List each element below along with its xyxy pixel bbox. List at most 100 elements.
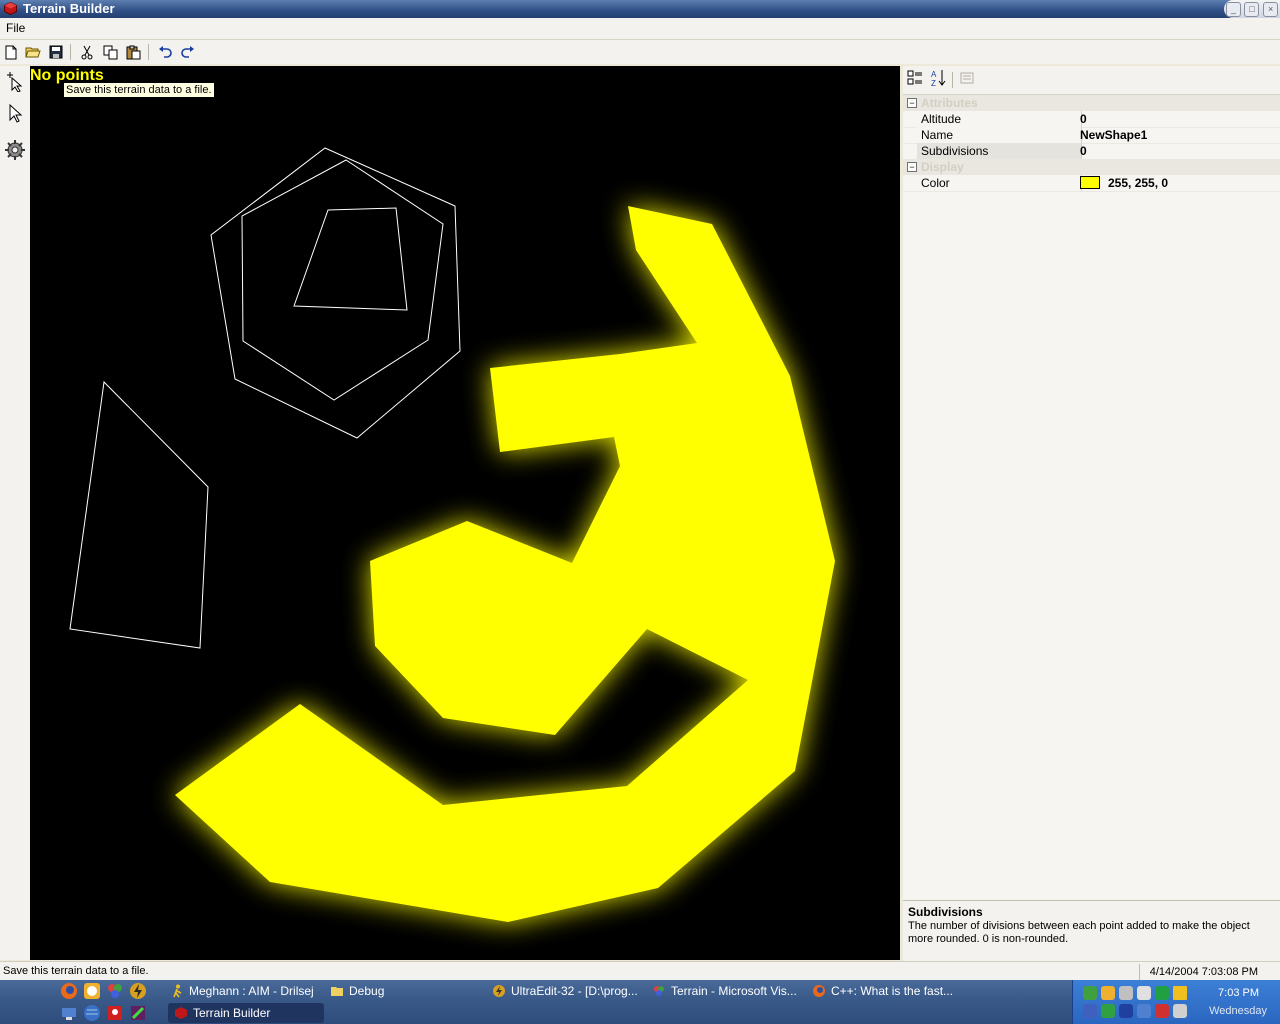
add-point-tool-icon (7, 72, 23, 92)
color-value-text: 255, 255, 0 (1108, 176, 1169, 190)
category-label: Display (921, 160, 964, 174)
property-grid: AZ − Attributes Altitude 0 Name NewShape… (903, 66, 1280, 961)
folder-icon (331, 987, 343, 996)
winamp-icon[interactable] (129, 982, 147, 1000)
undo-button[interactable] (156, 43, 174, 61)
collapse-icon[interactable]: − (907, 162, 917, 172)
undo-icon (159, 46, 172, 58)
status-text: Save this terrain data to a file. (3, 965, 149, 977)
new-file-button[interactable] (2, 43, 20, 61)
tray-icons (1083, 986, 1187, 1018)
save-button[interactable] (47, 43, 65, 61)
task-label: Meghann : AIM - Drilsej (189, 984, 314, 998)
property-row-name[interactable]: Name NewShape1 (903, 127, 1280, 144)
task-label: Terrain - Microsoft Vis... (671, 984, 797, 998)
open-button[interactable] (24, 43, 42, 61)
media-app-icon[interactable] (106, 982, 124, 1000)
visual-studio-icon (654, 986, 664, 996)
aim-running-man-icon (173, 984, 182, 998)
main-toolbar (0, 40, 1280, 64)
globe-icon[interactable] (83, 1004, 101, 1022)
terrain-outline-hexagon-inner[interactable] (241, 159, 444, 401)
task-label: Terrain Builder (193, 1006, 271, 1020)
property-description-pane: Subdivisions The number of divisions bet… (903, 900, 1280, 961)
property-row-color[interactable]: Color 255, 255, 0 (903, 175, 1280, 192)
task-button-aim[interactable]: Meghann : AIM - Drilsej (170, 981, 320, 1001)
minimize-icon[interactable]: _ (1225, 1, 1241, 17)
property-grid-toolbar: AZ (903, 66, 1280, 92)
restore-icon[interactable]: □ (1244, 1, 1260, 17)
toolbar-separator (952, 72, 953, 88)
add-point-tool[interactable] (3, 70, 27, 94)
property-value[interactable]: 0 (1080, 143, 1087, 159)
messenger-icon[interactable] (106, 1004, 124, 1022)
category-attributes[interactable]: − Attributes (903, 95, 1280, 111)
task-button-ultraedit[interactable]: UltraEdit-32 - [D:\prog... (492, 981, 642, 1001)
property-value[interactable]: NewShape1 (1080, 127, 1147, 143)
property-list: − Attributes Altitude 0 Name NewShape1 S… (903, 94, 1280, 899)
description-title: Subdivisions (908, 905, 983, 919)
task-label: Debug (349, 984, 385, 998)
description-text: The number of divisions between each poi… (908, 920, 1250, 945)
settings-tool[interactable] (3, 138, 27, 162)
system-tray: 7:03 PM Wednesday (1072, 980, 1280, 1024)
clock-time[interactable]: 7:03 PM (1218, 987, 1259, 999)
property-row-altitude[interactable]: Altitude 0 (903, 111, 1280, 128)
open-folder-icon (25, 47, 41, 58)
redo-icon (181, 46, 194, 58)
property-pages-button[interactable] (958, 69, 976, 87)
task-button-firefox[interactable]: C++: What is the fast... (812, 981, 962, 1001)
ultraedit-icon (493, 985, 505, 997)
settings-gear-icon (5, 140, 25, 160)
network-icon[interactable] (60, 1004, 78, 1022)
title-bar[interactable]: Terrain Builder _ □ × (0, 0, 1280, 18)
copy-button[interactable] (101, 43, 119, 61)
property-value-color[interactable]: 255, 255, 0 (1080, 175, 1168, 191)
cut-button[interactable] (78, 43, 96, 61)
task-button-debug[interactable]: Debug (330, 981, 480, 1001)
property-row-subdivisions[interactable]: Subdivisions 0 (903, 143, 1280, 160)
task-label: UltraEdit-32 - [D:\prog... (511, 984, 638, 998)
tray-icon (1083, 986, 1097, 1000)
select-arrow-icon (9, 104, 23, 123)
select-tool[interactable] (3, 102, 27, 126)
property-name: Color (917, 175, 1082, 191)
sort-alphabetical-icon: AZ (931, 70, 946, 87)
terrain-outline-trapezoid[interactable] (293, 207, 408, 311)
alphabetical-button[interactable]: AZ (930, 69, 948, 87)
task-button-visual-studio[interactable]: Terrain - Microsoft Vis... (652, 981, 802, 1001)
firefox-icon (813, 985, 825, 997)
redo-button[interactable] (179, 43, 197, 61)
terrain-shape-yellow[interactable] (175, 206, 835, 922)
menu-file[interactable]: File (6, 21, 25, 35)
terrain-canvas[interactable]: No points Save this terrain data to a fi… (30, 66, 900, 960)
property-value[interactable]: 0 (1080, 111, 1087, 127)
tray-icon (1137, 1004, 1151, 1018)
paste-button[interactable] (124, 43, 142, 61)
clock-app-icon[interactable] (83, 982, 101, 1000)
tray-icon (1173, 1004, 1187, 1018)
categorized-icon (907, 70, 922, 85)
cut-icon (81, 45, 93, 59)
category-label: Attributes (921, 96, 978, 110)
tray-icon (1101, 1004, 1115, 1018)
collapse-icon[interactable]: − (907, 98, 917, 108)
tool-strip (0, 66, 30, 960)
terrain-outline-quad[interactable] (69, 380, 209, 649)
close-icon[interactable]: × (1263, 1, 1279, 17)
tray-icon (1101, 986, 1115, 1000)
app-cube-icon (4, 2, 17, 15)
firefox-icon[interactable] (60, 982, 78, 1000)
property-name: Altitude (917, 111, 1082, 127)
window-controls: _ □ × (1224, 0, 1280, 18)
task-button-terrain-builder[interactable]: Terrain Builder (168, 1003, 324, 1023)
paint-app-icon[interactable] (129, 1004, 147, 1022)
categorized-button[interactable] (906, 69, 924, 87)
tray-icon (1173, 986, 1187, 1000)
toolbar-separator (70, 44, 71, 60)
app-cube-icon (175, 1007, 187, 1019)
terrain-outline-hexagon-outer[interactable] (210, 147, 461, 439)
tray-icon (1137, 986, 1151, 1000)
category-display[interactable]: − Display (903, 159, 1280, 175)
property-name: Subdivisions (917, 143, 1082, 159)
